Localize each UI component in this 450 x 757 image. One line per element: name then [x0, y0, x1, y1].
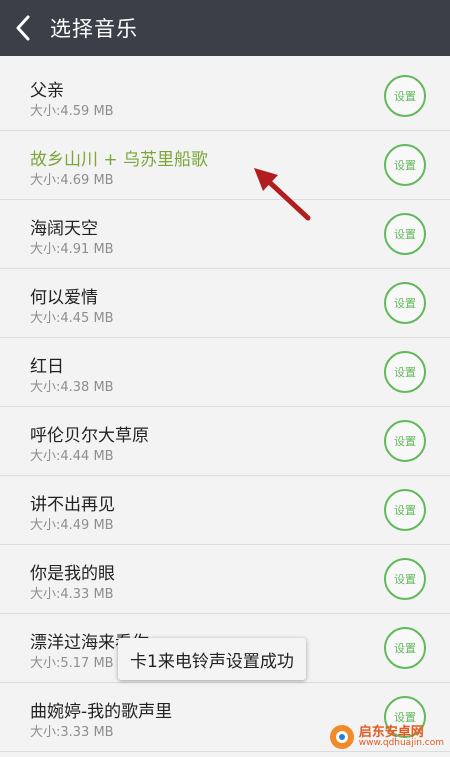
song-item[interactable]: 海阔天空 大小:4.91 MB 设置 — [0, 200, 450, 269]
set-ringtone-button[interactable]: 设置 — [384, 420, 426, 462]
song-name: 红日 — [30, 357, 64, 377]
set-ringtone-button[interactable]: 设置 — [384, 489, 426, 531]
set-ringtone-button[interactable]: 设置 — [384, 558, 426, 600]
song-item[interactable]: 讲不出再见 大小:4.49 MB 设置 — [0, 476, 450, 545]
song-size: 大小:4.38 MB — [30, 380, 114, 395]
set-ringtone-button[interactable]: 设置 — [384, 627, 426, 669]
song-size: 大小:4.49 MB — [30, 518, 114, 533]
site-watermark: 启东安卓网 www.qdhuajin.com — [329, 721, 444, 753]
song-name: 你是我的眼 — [30, 564, 115, 584]
song-name: 曲婉婷-我的歌声里 — [30, 702, 173, 722]
set-ringtone-button[interactable]: 设置 — [384, 213, 426, 255]
page-title: 选择音乐 — [50, 17, 138, 41]
song-item[interactable]: 你是我的眼 大小:4.33 MB 设置 — [0, 545, 450, 614]
song-name: 海阔天空 — [30, 219, 98, 239]
song-item[interactable]: 呼伦贝尔大草原 大小:4.44 MB 设置 — [0, 407, 450, 476]
title-bar: 选择音乐 — [0, 0, 450, 56]
song-size: 大小:4.59 MB — [30, 104, 114, 119]
song-name: 呼伦贝尔大草原 — [30, 426, 149, 446]
song-name: 父亲 — [30, 81, 64, 101]
song-name: 故乡山川 + 乌苏里船歌 — [30, 150, 209, 170]
song-size: 大小:5.17 MB — [30, 656, 114, 671]
set-ringtone-button[interactable]: 设置 — [384, 144, 426, 186]
set-ringtone-button[interactable]: 设置 — [384, 75, 426, 117]
song-size: 大小:4.45 MB — [30, 311, 114, 326]
song-size: 大小:4.44 MB — [30, 449, 114, 464]
song-size: 大小:3.33 MB — [30, 725, 114, 740]
back-button[interactable] — [0, 0, 46, 56]
song-size: 大小:4.33 MB — [30, 587, 114, 602]
song-size: 大小:4.91 MB — [30, 242, 114, 257]
watermark-url: www.qdhuajin.com — [358, 738, 444, 748]
song-item[interactable]: 故乡山川 + 乌苏里船歌 大小:4.69 MB 设置 — [0, 131, 450, 200]
annotation-arrow-icon — [254, 168, 311, 221]
song-size: 大小:4.69 MB — [30, 173, 114, 188]
song-item[interactable]: 父亲 大小:4.59 MB 设置 — [0, 56, 450, 131]
toast-message: 卡1来电铃声设置成功 — [118, 638, 306, 680]
set-ringtone-button[interactable]: 设置 — [384, 282, 426, 324]
watermark-logo-icon — [329, 725, 354, 749]
song-item[interactable]: 红日 大小:4.38 MB 设置 — [0, 338, 450, 407]
song-name: 讲不出再见 — [30, 495, 115, 515]
song-item[interactable]: 何以爱情 大小:4.45 MB 设置 — [0, 269, 450, 338]
song-name: 何以爱情 — [30, 288, 98, 308]
set-ringtone-button[interactable]: 设置 — [384, 351, 426, 393]
chevron-left-icon — [16, 15, 30, 41]
